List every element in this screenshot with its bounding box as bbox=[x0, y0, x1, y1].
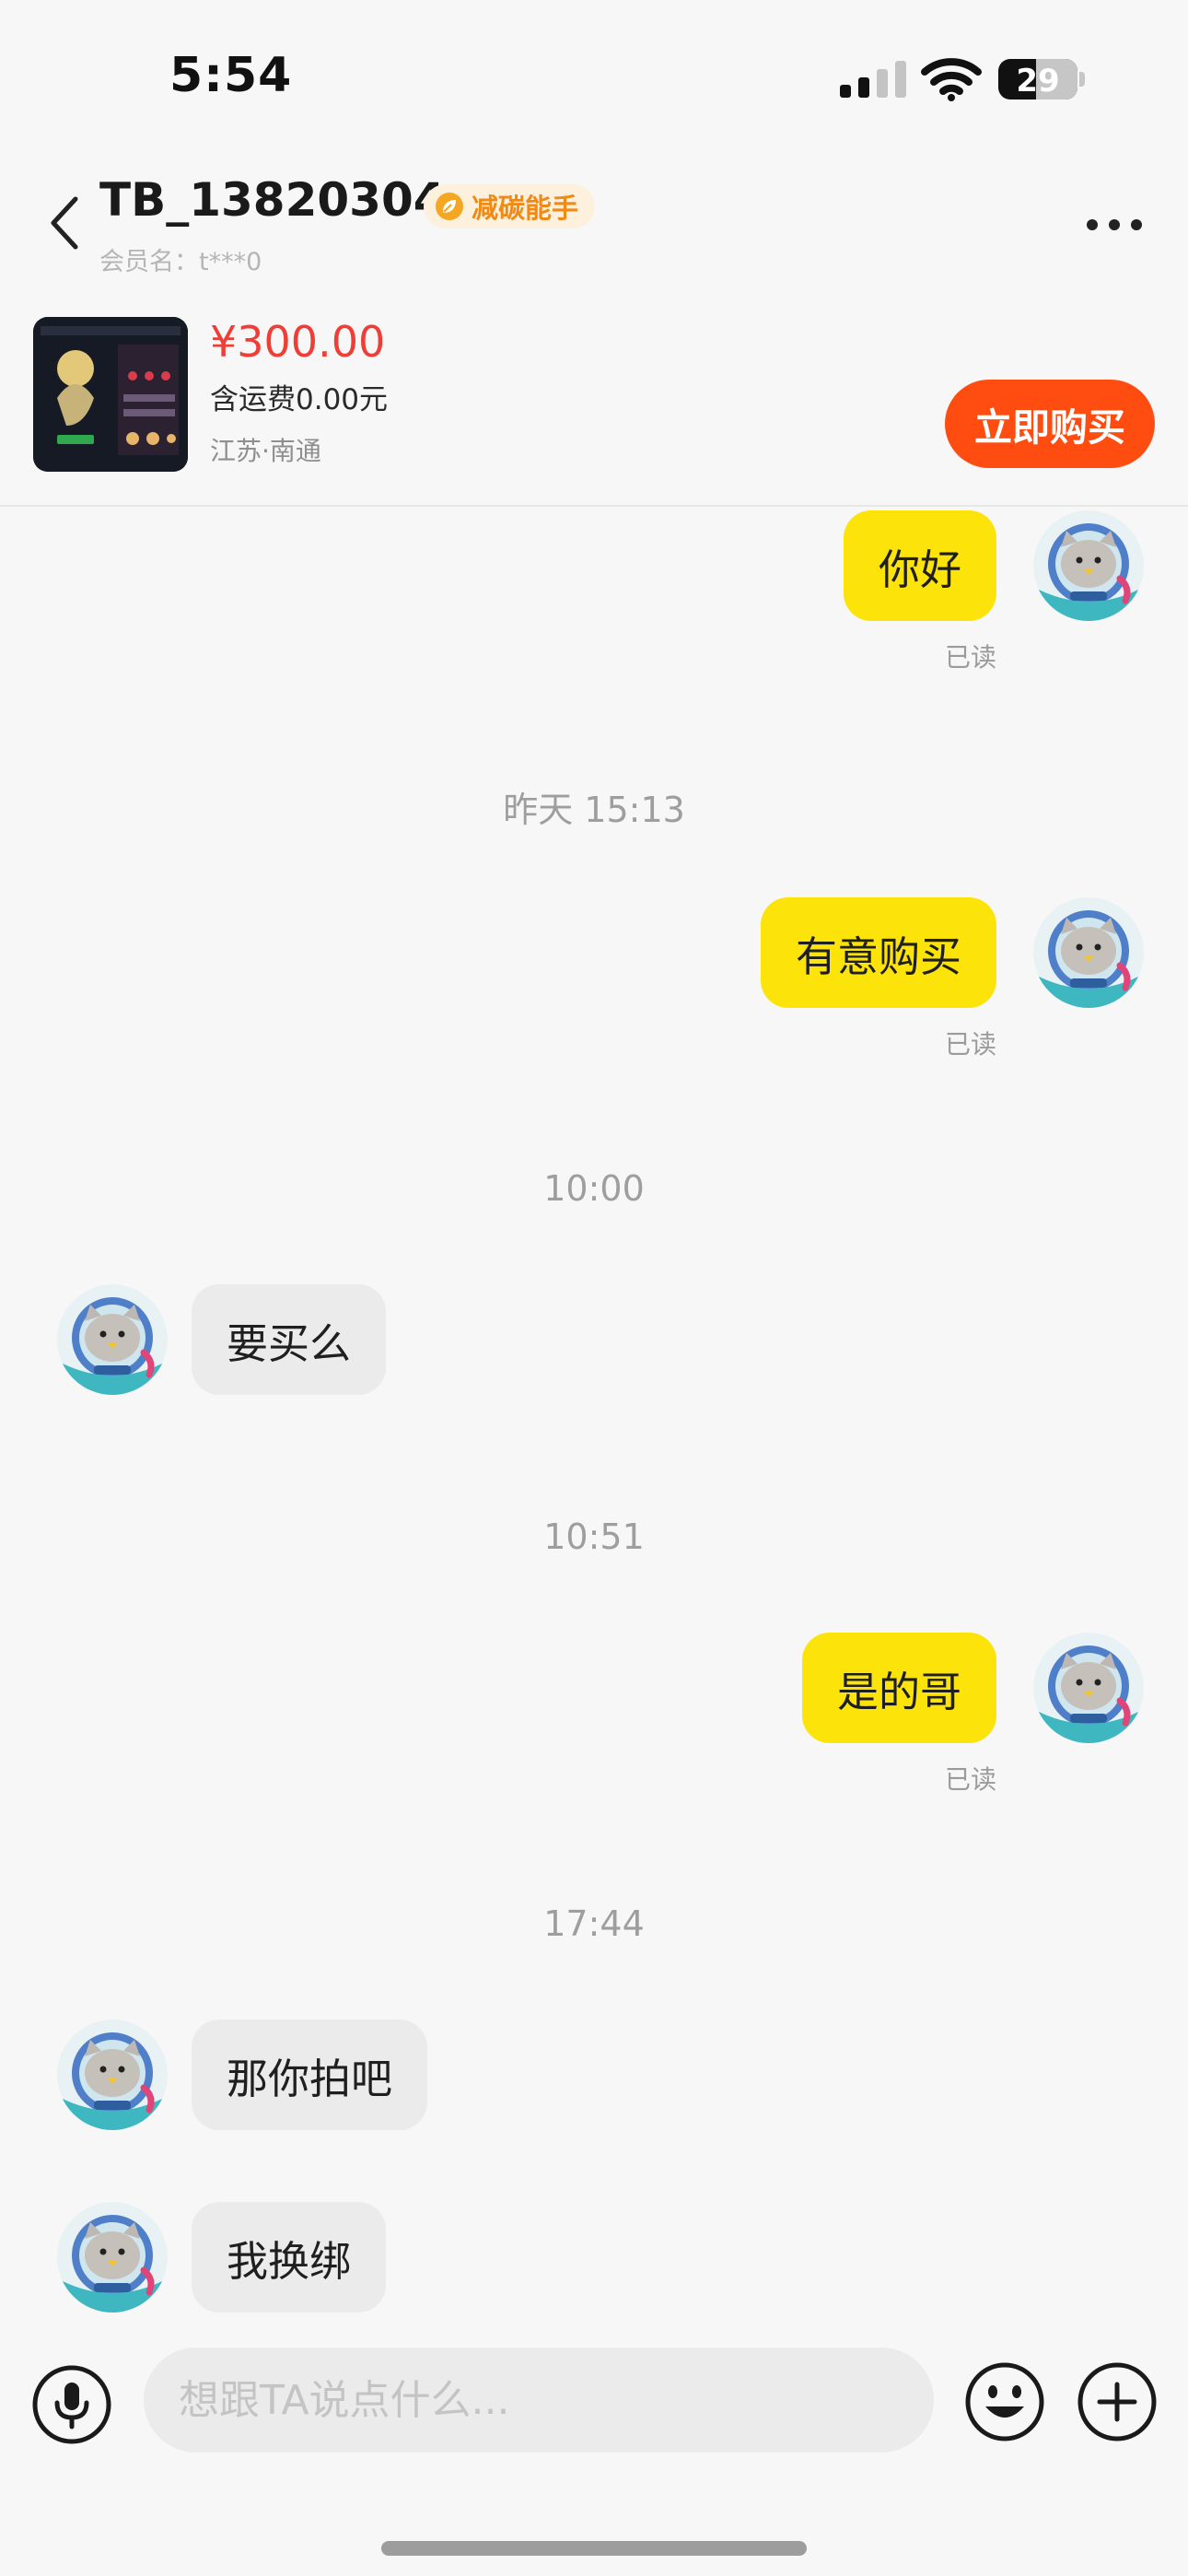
battery-percent: 29 bbox=[1016, 63, 1060, 100]
timestamp: 10:51 bbox=[543, 1516, 645, 1557]
read-label: 已读 bbox=[944, 1764, 996, 1795]
chevron-left-icon[interactable] bbox=[46, 193, 83, 252]
wifi-icon bbox=[921, 58, 982, 101]
read-label: 已读 bbox=[944, 642, 996, 673]
message-row: 你好 已读 bbox=[0, 509, 1188, 673]
avatar[interactable] bbox=[57, 2020, 168, 2130]
message-bubble[interactable]: 要买么 bbox=[192, 1284, 387, 1395]
message-bubble[interactable]: 我换绑 bbox=[192, 2202, 387, 2313]
avatar[interactable] bbox=[57, 1284, 168, 1395]
avatar[interactable] bbox=[1033, 510, 1144, 621]
eco-badge-label: 减碳能手 bbox=[472, 193, 579, 224]
member-name: 会员名：t***0 bbox=[99, 248, 262, 276]
timestamp: 17:44 bbox=[543, 1903, 645, 1944]
product-shipping: 含运费0.00元 bbox=[210, 383, 389, 416]
message-row: 我换绑 bbox=[0, 2202, 1188, 2313]
avatar[interactable] bbox=[57, 2202, 168, 2313]
message-row: 是的哥 已读 bbox=[0, 1633, 1188, 1795]
message-row: 有意购买 已读 bbox=[0, 897, 1188, 1060]
message-row: 要买么 bbox=[0, 1284, 1188, 1395]
message-bubble[interactable]: 你好 bbox=[843, 510, 996, 621]
leaf-icon bbox=[436, 193, 463, 220]
timestamp: 10:00 bbox=[543, 1168, 645, 1209]
message-bubble[interactable]: 是的哥 bbox=[801, 1633, 996, 1743]
seller-name[interactable]: TB_13820304 bbox=[99, 173, 446, 227]
read-label: 已读 bbox=[944, 1029, 996, 1060]
emoji-icon[interactable] bbox=[963, 2360, 1046, 2443]
avatar[interactable] bbox=[1033, 1633, 1144, 1743]
message-input[interactable] bbox=[144, 2348, 934, 2453]
buy-now-button[interactable]: 立即购买 bbox=[945, 380, 1155, 468]
message-bubble[interactable]: 有意购买 bbox=[760, 897, 996, 1008]
message-row: 那你拍吧 bbox=[0, 2020, 1188, 2130]
timestamp: 昨天 15:13 bbox=[503, 790, 685, 830]
avatar[interactable] bbox=[1033, 897, 1144, 1008]
status-bar: 5:54 29 bbox=[0, 0, 1188, 138]
product-price: ¥300.00 bbox=[210, 317, 386, 367]
message-list[interactable]: 你好 已读 昨天 15:13 有意购买 已读 10:00 要买么 10:51 是… bbox=[0, 509, 1188, 2335]
eco-badge[interactable]: 减碳能手 bbox=[424, 184, 596, 228]
plus-icon[interactable] bbox=[1076, 2360, 1159, 2443]
input-bar bbox=[0, 2335, 1188, 2473]
status-time: 5:54 bbox=[169, 48, 293, 103]
product-thumbnail[interactable] bbox=[33, 317, 188, 472]
product-card: ¥300.00 含运费0.00元 江苏·南通 立即购买 bbox=[0, 295, 1188, 507]
chat-header: TB_13820304 减碳能手 会员名：t***0 bbox=[0, 138, 1188, 295]
battery-icon: 29 bbox=[998, 59, 1077, 100]
cellular-signal-icon bbox=[840, 61, 906, 98]
microphone-icon[interactable] bbox=[31, 2364, 112, 2445]
home-indicator[interactable] bbox=[381, 2541, 807, 2556]
message-bubble[interactable]: 那你拍吧 bbox=[192, 2020, 428, 2130]
chat-screen: 5:54 29 TB_13820304 减碳能手 会员名：t***0 ¥300.… bbox=[0, 0, 1188, 2576]
product-location: 江苏·南通 bbox=[210, 436, 321, 466]
ellipsis-icon[interactable] bbox=[1085, 216, 1144, 234]
